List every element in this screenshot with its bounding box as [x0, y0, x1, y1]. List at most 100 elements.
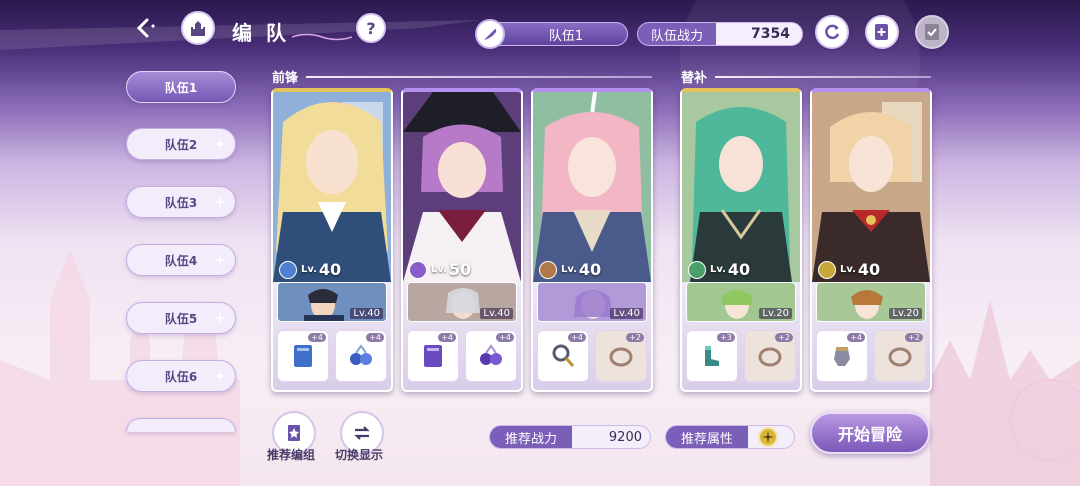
top-bar: 编队 ? 队伍1 队伍战力 7354	[0, 0, 1080, 62]
recommend-attribute-panel: 推荐属性	[665, 425, 795, 449]
sidebar-item-team1[interactable]: 队伍1	[126, 71, 236, 103]
support-level: Lv.20	[759, 308, 792, 319]
support-character[interactable]: Lv.40	[277, 282, 387, 322]
help-icon: ?	[366, 18, 376, 38]
sidebar-item-label: 队伍1	[164, 80, 198, 95]
checklist-icon	[925, 24, 939, 40]
checklist-button[interactable]	[915, 15, 949, 49]
equip-slot-2[interactable]: +2	[744, 330, 796, 382]
ring-icon	[758, 347, 782, 367]
equip-slot-1[interactable]: +3	[686, 330, 738, 382]
sidebar-item-label: 队伍5	[164, 311, 198, 326]
level-display: Lv. 40	[818, 260, 880, 279]
add-document-icon	[875, 24, 888, 40]
sidebar-item-team2[interactable]: 队伍2	[126, 128, 236, 160]
support-character[interactable]: Lv.20	[816, 282, 926, 322]
level-display: Lv. 40	[539, 260, 601, 279]
character-card-2[interactable]: Lv. 50 Lv.40 +4 +4	[401, 88, 523, 392]
refresh-button[interactable]	[815, 15, 849, 49]
level-prefix: Lv.	[840, 264, 856, 275]
sparkle-icon	[213, 253, 227, 267]
equip-plus-badge: +4	[496, 333, 514, 342]
character-card-1[interactable]: Lv. 40 Lv.40 +4 +4	[271, 88, 393, 392]
sidebar-item-team7-partial[interactable]	[126, 418, 236, 432]
start-adventure-button[interactable]: 开始冒险	[810, 412, 930, 454]
home-button[interactable]	[181, 11, 215, 45]
ring-icon	[609, 347, 633, 367]
level-display: Lv. 40	[279, 260, 341, 279]
team-power-value: 7354	[751, 26, 790, 42]
sparkle-icon	[213, 195, 227, 209]
earring-icon	[480, 344, 502, 365]
feather-icon	[484, 28, 497, 40]
equip-slot-2[interactable]: +2	[874, 330, 926, 382]
level-value: 50	[448, 260, 472, 279]
support-level: Lv.20	[889, 308, 922, 319]
back-button[interactable]	[128, 11, 162, 45]
character-card-5[interactable]: Lv. 40 Lv.20 +4 +2	[810, 88, 932, 392]
level-value: 40	[318, 260, 342, 279]
help-button[interactable]: ?	[356, 13, 386, 43]
equip-slot-1[interactable]: +4	[277, 330, 329, 382]
team-selected-label: 队伍1	[548, 28, 584, 44]
equip-slot-1[interactable]: +4	[407, 330, 459, 382]
front-section-label: 前锋	[272, 71, 299, 86]
character-card-3[interactable]: Lv. 40 Lv.40 +4 +2	[531, 88, 653, 392]
start-adventure-label: 开始冒险	[837, 425, 902, 444]
attribute-icon	[409, 260, 427, 279]
bench-section-divider	[715, 76, 931, 78]
equip-plus-badge: +2	[626, 333, 644, 342]
title-ribbon	[292, 33, 352, 41]
sidebar-item-team4[interactable]: 队伍4	[126, 244, 236, 276]
equip-slot-1[interactable]: +4	[816, 330, 868, 382]
equip-slot-2[interactable]: +2	[595, 330, 647, 382]
equip-plus-badge: +3	[717, 333, 735, 342]
magnifier-icon	[552, 344, 575, 367]
book-icon	[424, 345, 442, 367]
level-prefix: Lv.	[561, 264, 577, 275]
level-value: 40	[727, 260, 751, 279]
ring-icon	[888, 347, 912, 367]
support-character[interactable]: Lv.40	[407, 282, 517, 322]
attribute-icon	[688, 260, 706, 279]
level-prefix: Lv.	[301, 264, 317, 275]
sidebar-item-label: 队伍4	[164, 253, 198, 268]
back-icon	[136, 18, 155, 38]
light-attr-icon	[758, 427, 778, 447]
refresh-icon	[825, 24, 840, 40]
equip-plus-badge: +2	[905, 333, 923, 342]
recommend-power-value: 9200	[608, 429, 642, 445]
sidebar-item-label: 队伍6	[164, 369, 198, 384]
equip-slot-1[interactable]: +4	[537, 330, 589, 382]
sidebar-item-team3[interactable]: 队伍3	[126, 186, 236, 218]
attribute-icon	[818, 260, 836, 279]
toggle-display-label: 切换显示	[335, 448, 384, 462]
book-icon	[294, 345, 312, 367]
level-prefix: Lv.	[710, 264, 726, 275]
sidebar-item-team5[interactable]: 队伍5	[126, 302, 236, 334]
team-selector[interactable]: 队伍1	[475, 19, 628, 49]
character-portrait	[403, 92, 521, 282]
team-power-panel: 队伍战力 7354	[637, 22, 803, 46]
character-card-4[interactable]: Lv. 40 Lv.20 +3 +2	[680, 88, 802, 392]
recommend-power-label: 推荐战力	[504, 431, 557, 447]
character-portrait	[533, 92, 651, 282]
recommend-power-panel: 推荐战力 9200	[489, 425, 651, 449]
equip-slot-2[interactable]: +4	[465, 330, 517, 382]
sidebar-item-team6[interactable]: 队伍6	[126, 360, 236, 392]
bench-section-label: 替补	[681, 71, 708, 86]
level-value: 40	[857, 260, 881, 279]
sparkle-icon	[213, 137, 227, 151]
equip-slot-2[interactable]: +4	[335, 330, 387, 382]
support-character[interactable]: Lv.40	[537, 282, 647, 322]
equip-plus-badge: +4	[568, 333, 586, 342]
add-team-button[interactable]	[865, 15, 899, 49]
sidebar-item-label: 队伍3	[164, 195, 198, 210]
character-portrait	[273, 92, 391, 282]
front-section-divider	[306, 76, 652, 78]
level-display: Lv. 40	[688, 260, 750, 279]
gauntlet-icon	[834, 347, 850, 366]
support-character[interactable]: Lv.20	[686, 282, 796, 322]
star-icon	[288, 425, 300, 441]
support-level: Lv.40	[480, 308, 513, 319]
